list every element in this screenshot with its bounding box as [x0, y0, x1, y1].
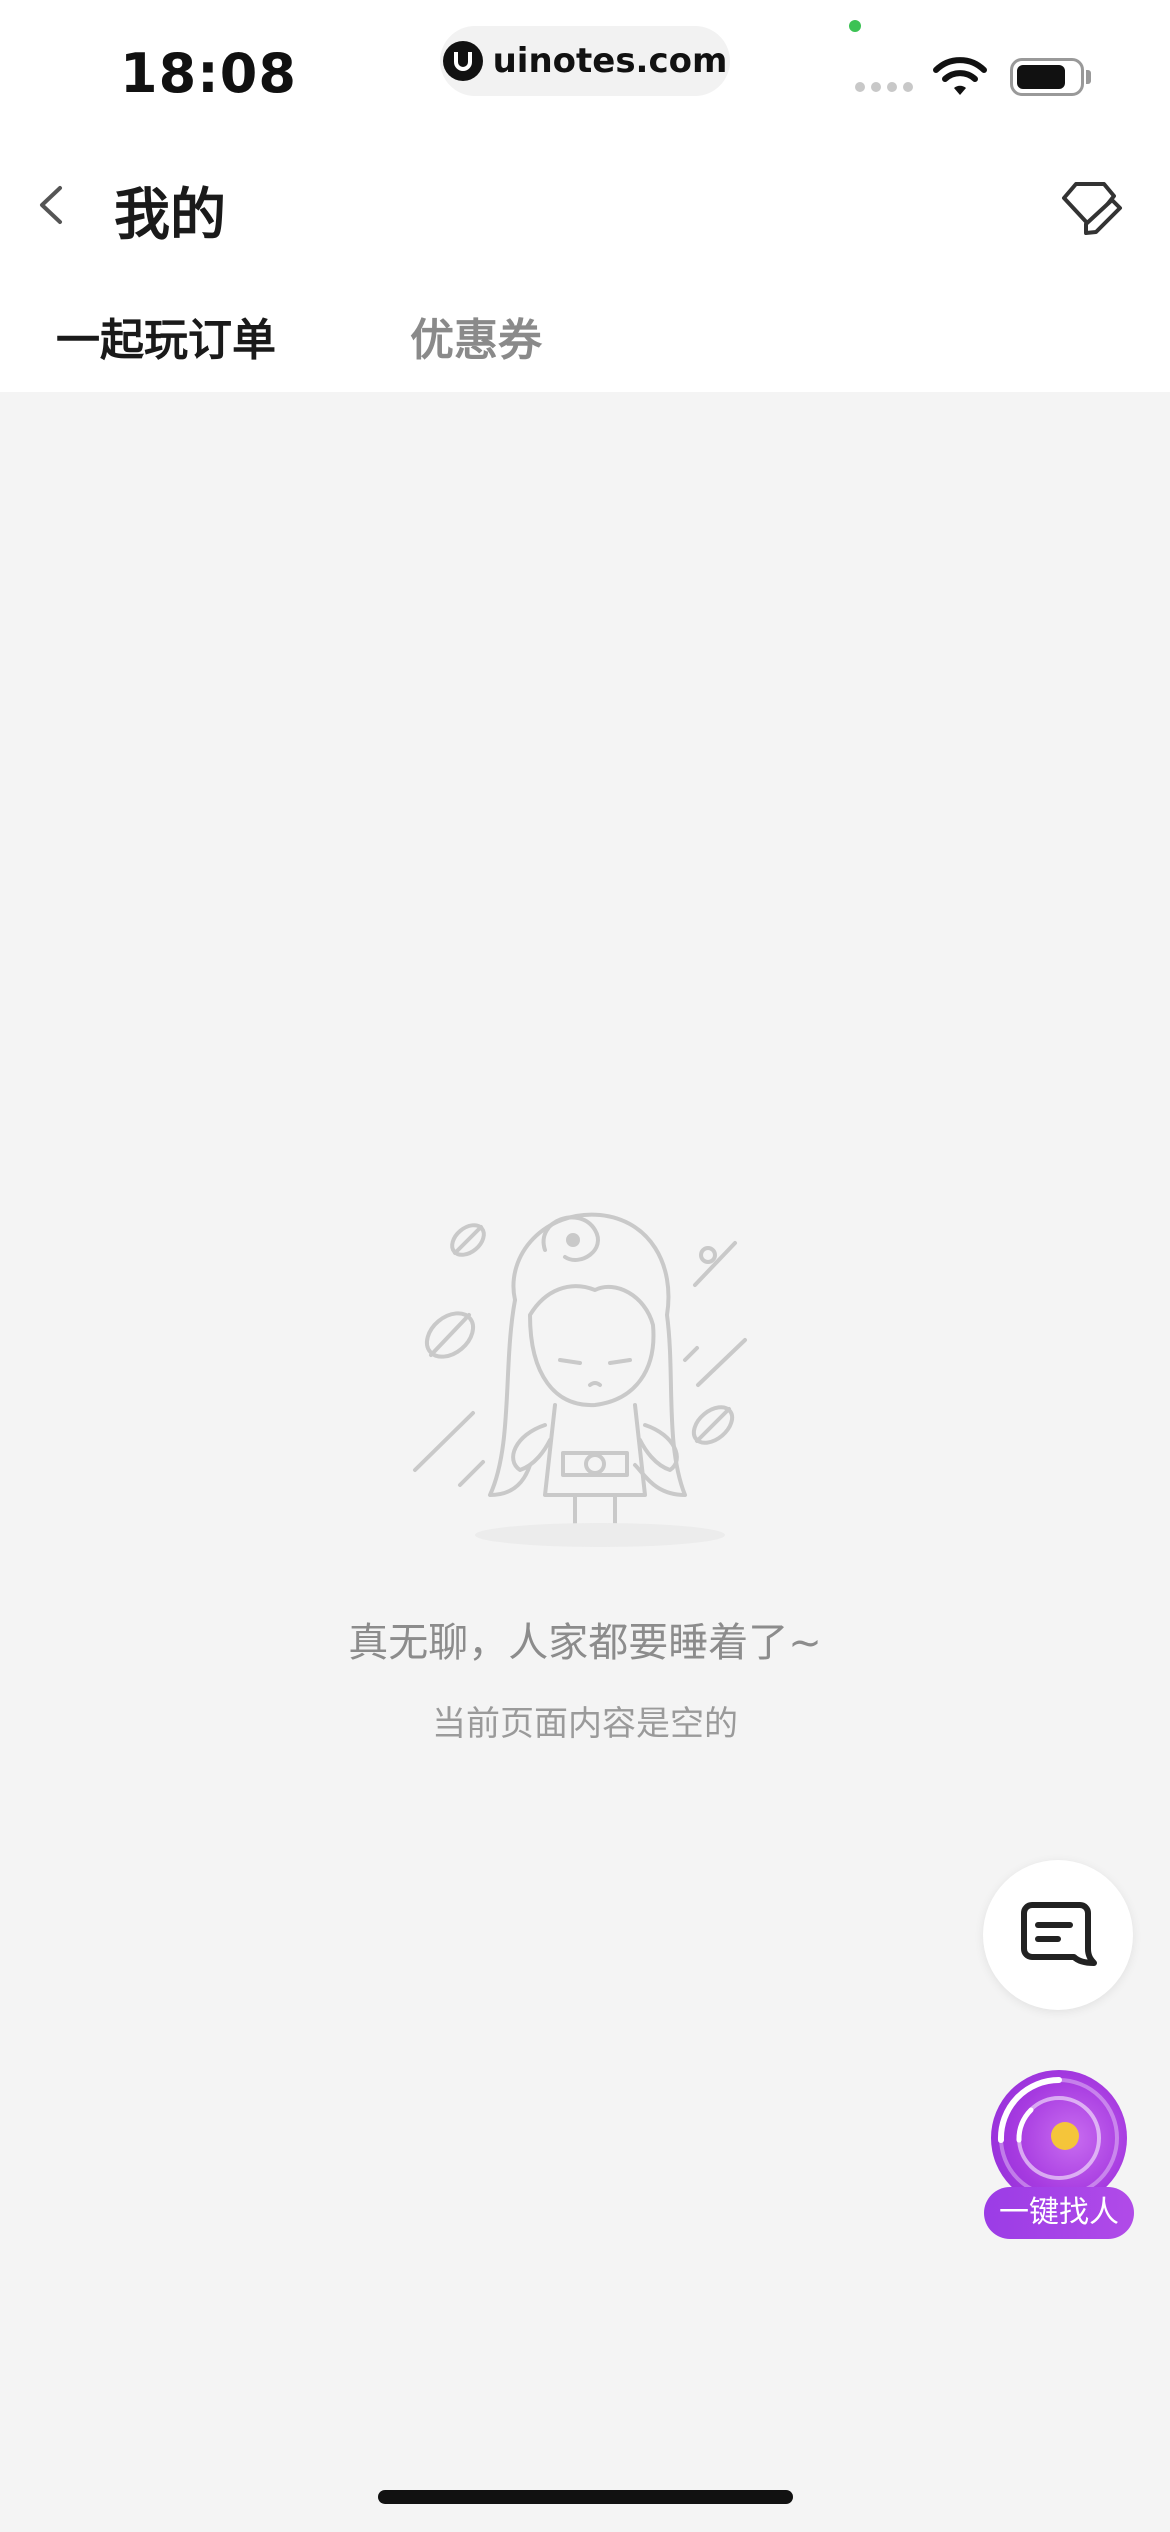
nav-header: 我的 [0, 140, 1170, 274]
status-time: 18:08 [120, 42, 297, 105]
battery-tip [1086, 70, 1091, 84]
cellular-signal-icon [855, 82, 919, 92]
sleepy-character-illustration [413, 1212, 747, 1547]
note-icon [1021, 1902, 1097, 1966]
note-fab-button[interactable] [983, 1860, 1133, 2010]
find-people-button[interactable]: 一键找人 [984, 2070, 1134, 2240]
radar-icon [991, 2070, 1127, 2206]
chevron-left-icon[interactable] [24, 170, 76, 240]
url-pill[interactable]: uinotes.com [440, 26, 730, 96]
edit-tag-icon[interactable] [1056, 176, 1126, 236]
wifi-icon [933, 57, 987, 95]
empty-state-title: 真无聊，人家都要睡着了~ [348, 1620, 822, 1666]
privacy-indicator-dot [849, 20, 861, 32]
page: 18:08 uinotes.com 我的 一起玩订单 优惠券 真无聊，人家都要睡… [0, 0, 1170, 2532]
home-indicator [378, 2490, 793, 2504]
site-logo-icon [442, 41, 483, 81]
url-text: uinotes.com [492, 41, 728, 81]
status-bar: 18:08 uinotes.com [0, 0, 1170, 140]
tab-coupons[interactable]: 优惠券 [410, 304, 542, 368]
battery-icon [1010, 58, 1084, 96]
find-people-label: 一键找人 [984, 2187, 1134, 2239]
empty-state-subtitle: 当前页面内容是空的 [432, 1704, 738, 1744]
tab-orders[interactable]: 一起玩订单 [56, 304, 276, 368]
tab-bar: 一起玩订单 优惠券 [0, 274, 1170, 392]
page-title: 我的 [114, 183, 226, 248]
